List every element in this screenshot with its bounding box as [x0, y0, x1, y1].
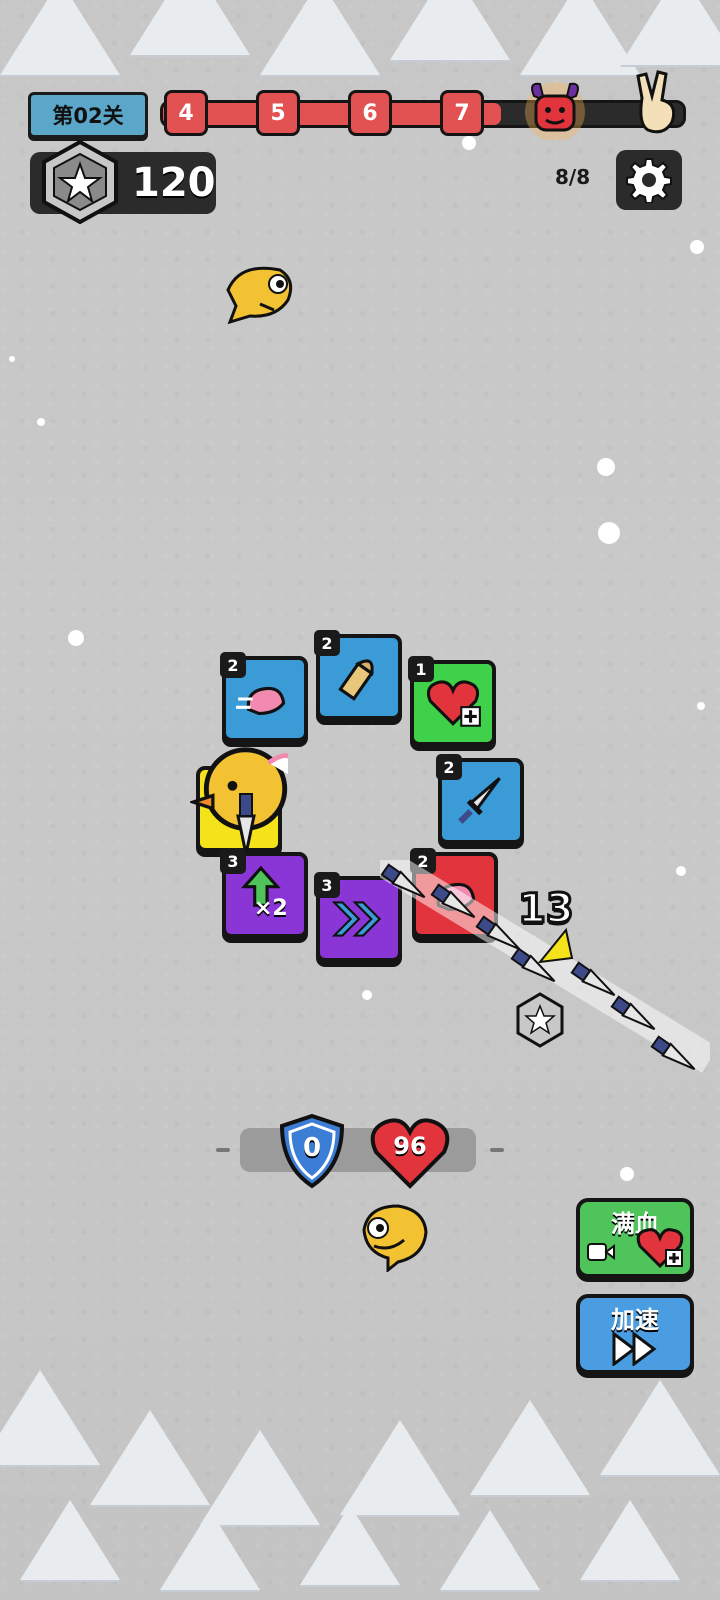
speed-up-button[interactable]: 加速 [576, 1294, 694, 1374]
yellow-fish-enemy [362, 1204, 428, 1272]
snow-tree [390, 0, 510, 60]
snow-tree [440, 1510, 540, 1590]
wave-node-label: 4 [178, 100, 194, 126]
snow-tree [580, 1500, 680, 1580]
wave-progress-bar [160, 100, 686, 128]
snow-tree [0, 1370, 100, 1465]
health-value: 96 [393, 1132, 427, 1160]
full-heal-button[interactable]: 满血 [576, 1198, 694, 1278]
coin-count: 120 [132, 160, 216, 206]
snow-tree [90, 1410, 210, 1505]
snow-tree [260, 0, 380, 75]
wave-node: 5 [256, 90, 300, 136]
snowflake [462, 136, 476, 150]
snow-tree [0, 0, 120, 75]
wave-node: 4 [164, 90, 208, 136]
yellow-fish-enemy [226, 266, 293, 325]
card-wind-shoe[interactable]: 2 [220, 652, 308, 742]
snowflake [697, 702, 705, 710]
wave-node-label: 7 [454, 100, 470, 126]
snowflake [9, 356, 15, 362]
snowflake [597, 458, 615, 476]
bullet-icon [338, 659, 374, 701]
wave-node: 7 [440, 90, 484, 136]
star-coin-icon [516, 992, 564, 1048]
speed-up-label: 加速 [611, 1306, 659, 1334]
stat-dash [490, 1148, 504, 1152]
card-player-slot[interactable] [190, 747, 288, 855]
multiplier-label: ×2 [254, 896, 288, 921]
card-bullet[interactable]: 2 [314, 630, 402, 720]
victory-hand-icon [636, 70, 676, 134]
star-coin-icon [42, 140, 118, 224]
boss-devil-icon [525, 82, 585, 140]
snow-tree [300, 1505, 400, 1585]
heart-plus-icon [426, 680, 481, 727]
dagger-icon [236, 793, 256, 855]
wave-node-label: 5 [270, 100, 286, 126]
card-knife[interactable]: 2 [436, 754, 524, 844]
snow-tree [620, 0, 720, 65]
settings-button[interactable] [616, 150, 682, 210]
snowflake [362, 990, 372, 1000]
snow-tree [600, 1380, 720, 1475]
video-icon [587, 1243, 615, 1261]
level-badge: 第02关 [28, 92, 148, 138]
snow-tree [160, 1510, 260, 1590]
stat-dash [216, 1148, 230, 1152]
snow-tree [130, 0, 250, 55]
wave-node: 6 [348, 90, 392, 136]
snowflake [598, 522, 620, 544]
card-double[interactable]: 3 ×2 [220, 848, 308, 938]
snowflake [37, 418, 45, 426]
gear-icon [626, 158, 672, 203]
level-label: 第02关 [52, 104, 124, 128]
dagger-icon [458, 777, 501, 824]
fast-forward-icon [612, 1332, 657, 1366]
card-heal[interactable]: 1 [408, 656, 496, 746]
snow-tree [20, 1500, 120, 1580]
snowflake [68, 630, 84, 646]
winged-shoe-icon [236, 686, 286, 716]
wave-count: 8/8 [555, 165, 591, 189]
wave-node-label: 6 [362, 100, 378, 126]
snow-tree [470, 1400, 590, 1495]
shield-value: 0 [302, 1133, 322, 1163]
hit-spark [537, 927, 574, 964]
snow-tree [340, 1420, 460, 1515]
snowflake [690, 240, 704, 254]
snowflake [620, 1167, 634, 1181]
heart-plus-icon [636, 1228, 684, 1269]
